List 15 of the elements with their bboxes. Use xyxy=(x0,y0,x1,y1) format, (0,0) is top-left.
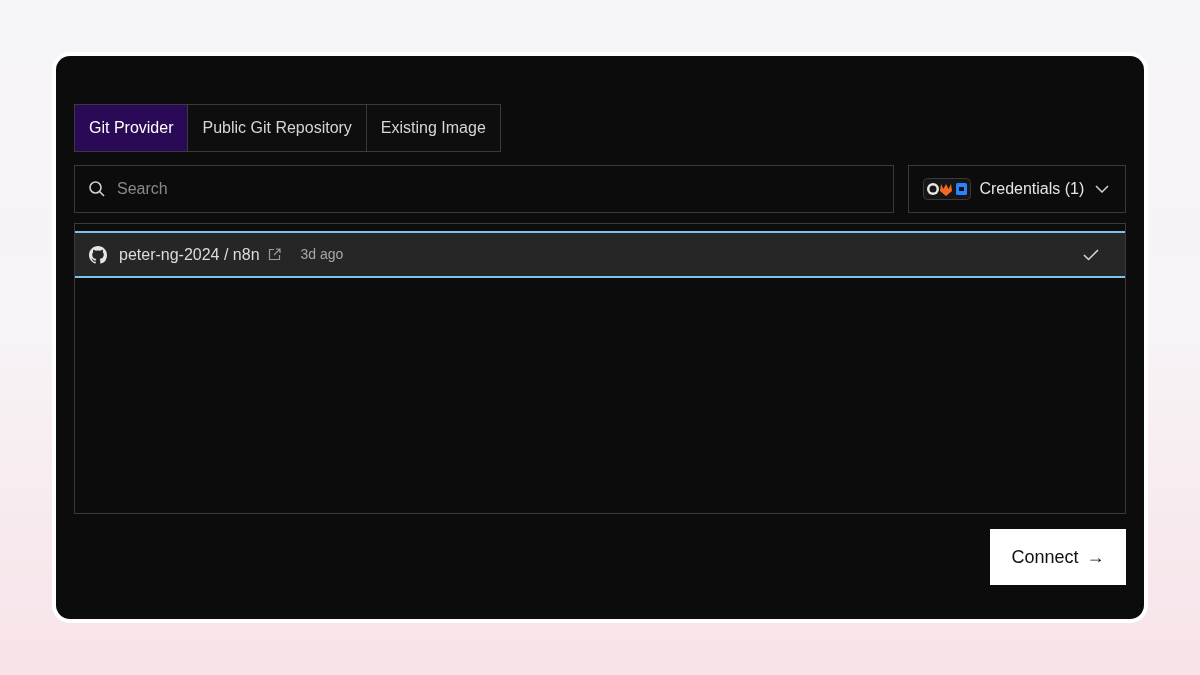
repository-row[interactable]: peter-ng-2024 / n8n 3d ago xyxy=(75,231,1125,278)
connect-button[interactable]: Connect → xyxy=(990,529,1126,585)
repository-name: peter-ng-2024 / n8n xyxy=(119,244,260,265)
external-link-icon[interactable] xyxy=(267,248,281,261)
updated-time: 3d ago xyxy=(300,245,344,264)
provider-logos-icon xyxy=(923,178,972,200)
tab[interactable]: Git Provider xyxy=(74,104,189,152)
chevron-down-icon xyxy=(1095,185,1109,193)
tab[interactable]: Existing Image xyxy=(365,104,501,152)
tab[interactable]: Public Git Repository xyxy=(187,104,367,152)
search-icon xyxy=(88,180,106,198)
search-field[interactable]: Search xyxy=(74,165,895,213)
credentials-dropdown[interactable]: Credentials (1) xyxy=(908,165,1126,213)
check-icon xyxy=(1083,248,1099,261)
github-icon xyxy=(89,245,107,264)
